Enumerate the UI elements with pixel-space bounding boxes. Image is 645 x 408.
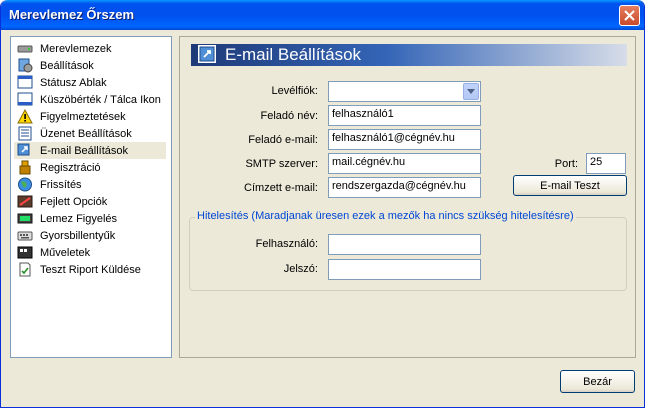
smtp-server-label: SMTP szerver:	[245, 158, 318, 170]
email-settings-header-icon	[198, 45, 216, 63]
email-settings-panel: E-mail Beállítások Levélfiók: Feladó név…	[179, 36, 636, 358]
username-label: Felhasználó:	[255, 238, 318, 250]
nav-item-merevlemezek[interactable]: Merevlemezek	[14, 40, 166, 57]
password-label: Jelszó:	[283, 263, 318, 275]
port-input[interactable]: 25	[586, 153, 626, 174]
settings-icon	[17, 58, 33, 73]
nav-item-label: Lemez Figyelés	[40, 212, 118, 225]
page-title: E-mail Beállítások	[225, 45, 362, 64]
nav-item-label: Fejlett Opciók	[40, 195, 108, 208]
nav-item-kuszobertek[interactable]: Küszöbérték / Tálca Ikon	[14, 91, 166, 108]
sender-name-label: Feladó név:	[260, 110, 318, 122]
advanced-options-icon	[17, 194, 33, 209]
nav-item-frissites[interactable]: Frissítés	[14, 176, 166, 193]
close-icon	[624, 10, 635, 21]
sender-name-input[interactable]: felhasználó1	[328, 105, 481, 126]
title-bar[interactable]: Merevlemez Őrszem	[1, 0, 644, 30]
globe-icon	[17, 177, 33, 192]
authentication-legend: Hitelesítés (Maradjanak üresen ezek a me…	[195, 210, 576, 222]
nav-item-label: Üzenet Beállítások	[40, 127, 132, 140]
recipient-email-label: Címzett e-mail:	[244, 182, 318, 194]
nav-item-label: Gyorsbillentyűk	[40, 229, 116, 242]
nav-item-teszt-riport[interactable]: Teszt Riport Küldése	[14, 261, 166, 278]
report-icon	[17, 262, 33, 277]
nav-item-figyelmeztetesek[interactable]: Figyelmeztetések	[14, 108, 166, 125]
message-settings-icon	[17, 126, 33, 141]
threshold-tray-icon	[17, 92, 33, 107]
nav-item-label: E-mail Beállítások	[40, 144, 129, 157]
sender-email-label: Feladó e-mail:	[248, 134, 318, 146]
disk-monitor-icon	[17, 211, 33, 226]
password-input[interactable]	[328, 259, 481, 280]
window-title: Merevlemez Őrszem	[9, 7, 135, 22]
nav-item-label: Beállítások	[40, 59, 94, 72]
nav-item-label: Figyelmeztetések	[40, 110, 126, 123]
nav-item-label: Státusz Ablak	[40, 76, 107, 89]
dropdown-arrow-icon[interactable]	[463, 83, 479, 100]
hard-drive-icon	[17, 41, 33, 56]
nav-item-statusz-ablak[interactable]: Státusz Ablak	[14, 74, 166, 91]
nav-item-label: Teszt Riport Küldése	[40, 263, 141, 276]
port-label: Port:	[554, 158, 578, 170]
nav-item-label: Merevlemezek	[40, 42, 112, 55]
nav-item-regisztracio[interactable]: Regisztráció	[14, 159, 166, 176]
mail-account-label: Levélfiók:	[271, 85, 318, 97]
email-test-button[interactable]: E-mail Teszt	[513, 175, 627, 196]
nav-item-beallitasok[interactable]: Beállítások	[14, 57, 166, 74]
authentication-group: Hitelesítés (Maradjanak üresen ezek a me…	[189, 210, 627, 291]
nav-item-label: Frissítés	[40, 178, 82, 191]
nav-item-label: Műveletek	[40, 246, 91, 259]
nav-item-fejlett-opciok[interactable]: Fejlett Opciók	[14, 193, 166, 210]
nav-item-uzenet-beallitasok[interactable]: Üzenet Beállítások	[14, 125, 166, 142]
status-window-icon	[17, 75, 33, 90]
recipient-email-input[interactable]: rendszergazda@cégnév.hu	[328, 177, 481, 198]
nav-item-label: Regisztráció	[40, 161, 101, 174]
email-settings-icon	[17, 143, 33, 158]
sender-email-input[interactable]: felhasználó1@cégnév.hu	[328, 129, 481, 150]
mail-account-select[interactable]	[328, 81, 481, 102]
actions-icon	[17, 245, 33, 260]
keyboard-icon	[17, 228, 33, 243]
nav-item-email-beallitasok[interactable]: E-mail Beállítások	[14, 142, 166, 159]
nav-item-gyorsbillentyuk[interactable]: Gyorsbillentyűk	[14, 227, 166, 244]
nav-item-label: Küszöbérték / Tálca Ikon	[40, 93, 161, 106]
warning-icon	[17, 108, 33, 124]
dialog-window: Merevlemez Őrszem Merevlemezek Beállítás…	[0, 0, 645, 408]
close-window-button[interactable]	[619, 5, 640, 26]
smtp-server-input[interactable]: mail.cégnév.hu	[328, 153, 481, 174]
registration-icon	[17, 160, 33, 175]
settings-nav-list: Merevlemezek Beállítások Státusz Ablak K…	[10, 36, 172, 358]
close-button[interactable]: Bezár	[560, 370, 635, 393]
nav-item-lemez-figyeles[interactable]: Lemez Figyelés	[14, 210, 166, 227]
username-input[interactable]	[328, 234, 481, 255]
nav-item-muveletek[interactable]: Műveletek	[14, 244, 166, 261]
